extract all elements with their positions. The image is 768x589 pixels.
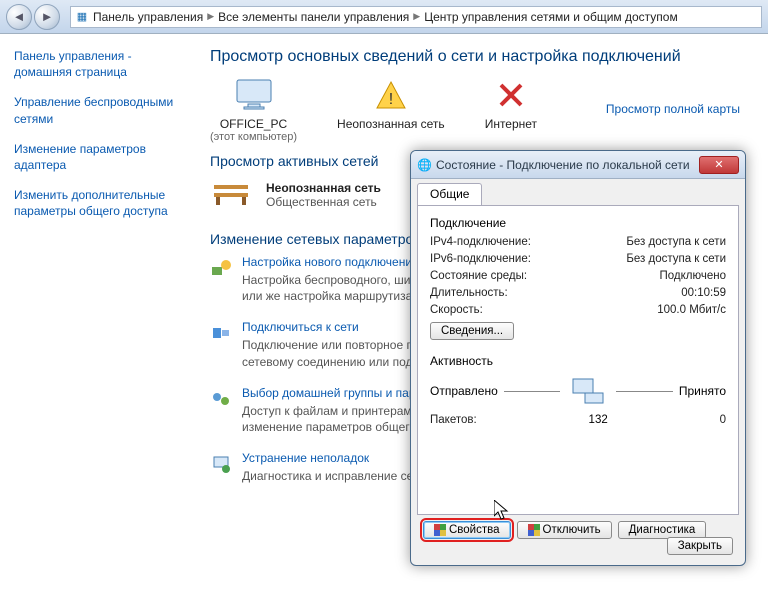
chevron-right-icon: ▶ [207,11,214,22]
sent-label: Отправлено [430,384,498,398]
ipv4-label: IPv4-подключение: [430,236,531,248]
dialog-title: Состояние - Подключение по локальной сет… [436,158,690,172]
connection-heading: Подключение [430,216,726,230]
media-label: Состояние среды: [430,270,527,282]
internet-x-icon [489,76,533,114]
breadcrumb[interactable]: ▦ Панель управления ▶ Все элементы панел… [70,6,762,28]
monitor-icon [232,76,276,114]
ipv6-label: IPv6-подключение: [430,253,531,265]
unknown-label: Неопознанная сеть [337,117,445,131]
status-dialog: 🌐 Состояние - Подключение по локальной с… [410,150,746,566]
dialog-titlebar: 🌐 Состояние - Подключение по локальной с… [411,151,745,179]
speed-label: Скорость: [430,304,483,316]
network-type: Общественная сеть [266,195,381,209]
ipv4-value: Без доступа к сети [626,236,726,248]
disable-label: Отключить [543,524,601,536]
packets-label: Пакетов: [430,414,477,426]
sidebar-link-home[interactable]: Панель управления - домашняя страница [14,48,184,80]
sidebar-link-adapter[interactable]: Изменение параметров адаптера [14,141,184,173]
activity-icon [566,374,610,408]
internet-label: Интернет [485,117,537,131]
tab-strip: Общие [411,179,745,205]
internet: Интернет [485,76,537,131]
warning-icon: ! [369,76,413,114]
chevron-right-icon: ▶ [413,11,420,22]
network-name: Неопознанная сеть [266,181,381,195]
sidebar-link-sharing[interactable]: Изменить дополнительные параметры общего… [14,187,184,219]
param-link[interactable]: Настройка нового подключения [242,255,419,269]
crumb-part[interactable]: Панель управления [93,10,203,24]
close-button[interactable]: ✕ [699,156,739,174]
properties-label: Свойства [449,524,500,536]
close-dialog-button[interactable]: Закрыть [667,537,733,555]
disable-button[interactable]: Отключить [517,521,612,539]
new-connection-icon [210,257,232,279]
pc-label: OFFICE_PC [210,117,297,131]
full-map-link[interactable]: Просмотр полной карты [606,102,740,116]
param-link[interactable]: Подключиться к сети [242,320,359,334]
connect-icon [210,322,232,344]
pc-sublabel: (этот компьютер) [210,131,297,143]
shield-icon [528,524,540,536]
shield-icon [434,524,446,536]
window-titlebar: ◄ ► ▦ Панель управления ▶ Все элементы п… [0,0,768,34]
crumb-part[interactable]: Все элементы панели управления [218,10,409,24]
unknown-network: ! Неопознанная сеть [337,76,445,131]
control-panel-icon: ▦ [75,10,89,24]
page-title: Просмотр основных сведений о сети и наст… [210,48,750,66]
crumb-part[interactable]: Центр управления сетями и общим доступом [424,10,678,24]
sidebar-link-wireless[interactable]: Управление беспроводными сетями [14,94,184,126]
troubleshoot-icon [210,453,232,475]
homegroup-icon [210,388,232,410]
svg-text:!: ! [389,91,393,108]
packets-sent: 132 [477,414,720,426]
properties-button[interactable]: Свойства [423,521,511,539]
details-button[interactable]: Сведения... [430,322,514,340]
packets-recv: 0 [720,414,726,426]
recv-label: Принято [679,384,726,398]
activity-diagram: Отправлено Принято [430,374,726,408]
activity-heading: Активность [430,354,726,368]
nav-forward-button[interactable]: ► [34,4,60,30]
param-link[interactable]: Устранение неполадок [242,451,369,465]
duration-label: Длительность: [430,287,508,299]
this-pc: OFFICE_PC (этот компьютер) [210,76,297,143]
tab-general[interactable]: Общие [417,183,482,205]
tab-panel: Подключение IPv4-подключение: Без доступа… [417,205,739,515]
network-icon: 🌐 [417,158,431,172]
speed-value: 100.0 Мбит/с [657,304,726,316]
ipv6-value: Без доступа к сети [626,253,726,265]
bench-icon [210,177,252,213]
media-value: Подключено [660,270,727,282]
sidebar: Панель управления - домашняя страница Уп… [0,34,192,589]
nav-back-button[interactable]: ◄ [6,4,32,30]
duration-value: 00:10:59 [681,287,726,299]
